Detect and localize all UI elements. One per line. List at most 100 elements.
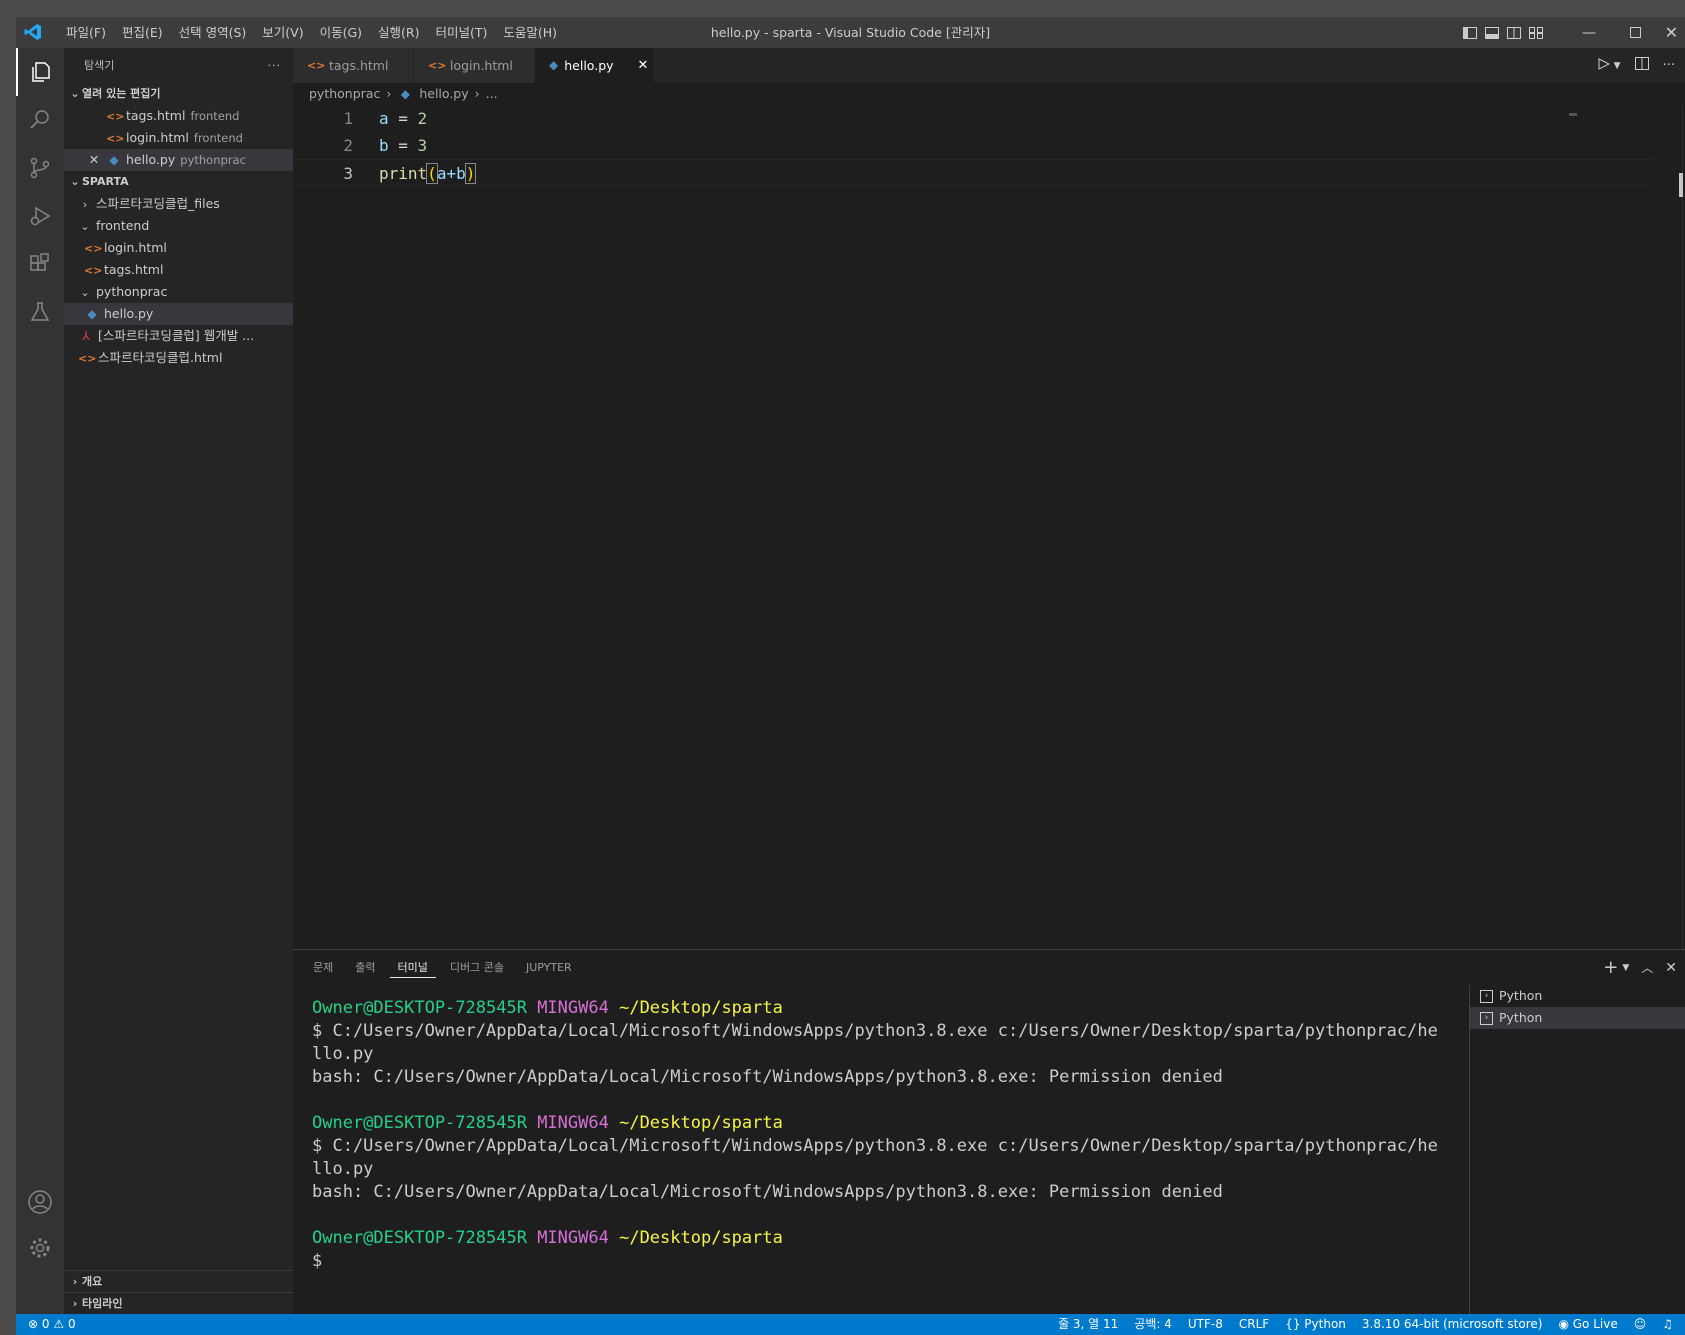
terminal-command-wrap: llo.py: [312, 1044, 374, 1064]
menu-view[interactable]: 보기(V): [254, 17, 311, 48]
tree-file[interactable]: <> login.html: [64, 237, 293, 259]
open-editor-item[interactable]: <> login.html frontend: [64, 127, 293, 149]
tab-login-html[interactable]: <> login.html: [414, 48, 535, 83]
chevron-right-icon: ›: [72, 1297, 78, 1310]
menu-run[interactable]: 실행(R): [370, 17, 427, 48]
warning-icon: ⚠: [53, 1317, 65, 1331]
tab-terminal[interactable]: 터미널: [389, 950, 436, 978]
tab-jupyter[interactable]: JUPYTER: [518, 950, 580, 985]
source-control-icon[interactable]: [16, 144, 64, 192]
open-editor-item[interactable]: <> tags.html frontend: [64, 105, 293, 127]
toggle-sidebar-icon[interactable]: [1459, 17, 1481, 48]
minimize-icon[interactable]: —: [1566, 17, 1612, 48]
testing-icon[interactable]: [16, 288, 64, 336]
tab-problems[interactable]: 문제: [305, 950, 341, 985]
terminal-prompt-line: Owner@DESKTOP-728545R MINGW64 ~/Desktop/…: [312, 1227, 1452, 1250]
toggle-secondary-sidebar-icon[interactable]: [1503, 17, 1525, 48]
cursor-position[interactable]: 줄 3, 열 11: [1058, 1314, 1118, 1335]
new-terminal-icon[interactable]: +: [1603, 957, 1618, 978]
toggle-panel-icon[interactable]: [1481, 17, 1503, 48]
more-actions-icon[interactable]: ···: [1663, 58, 1675, 73]
split-editor-icon[interactable]: [1634, 57, 1649, 74]
search-icon[interactable]: [16, 96, 64, 144]
title-bar: 파일(F) 편집(E) 선택 영역(S) 보기(V) 이동(G) 실행(R) 터…: [16, 17, 1685, 48]
file-desc: frontend: [190, 109, 240, 123]
terminal-prompt-line: Owner@DESKTOP-728545R MINGW64 ~/Desktop/…: [312, 1112, 1452, 1135]
close-window-icon[interactable]: ✕: [1658, 17, 1685, 48]
tree-folder[interactable]: ⌄ frontend: [64, 215, 293, 237]
breadcrumb-folder[interactable]: pythonprac: [309, 83, 380, 105]
token-function: print: [379, 164, 428, 183]
language-mode[interactable]: {} Python: [1285, 1314, 1346, 1335]
vscode-logo-icon: [24, 24, 41, 40]
terminal-output[interactable]: Owner@DESKTOP-728545R MINGW64 ~/Desktop/…: [312, 997, 1452, 1273]
notifications-bell-icon[interactable]: ♫: [1662, 1314, 1673, 1335]
terminal-blank: [312, 1089, 1452, 1112]
open-editors-section[interactable]: ⌄ 열려 있는 편집기: [64, 83, 293, 105]
chevron-down-icon[interactable]: ▼: [1622, 963, 1629, 973]
outline-section[interactable]: › 개요: [64, 1270, 293, 1292]
maximize-panel-icon[interactable]: ︿: [1641, 959, 1653, 976]
close-panel-icon[interactable]: ✕: [1665, 960, 1677, 976]
terminal-instance-active[interactable]: › Python: [1470, 1007, 1685, 1029]
tab-hello-py[interactable]: ◆ hello.py ✕: [535, 48, 655, 83]
terminal-name: Python: [1499, 1010, 1543, 1025]
chevron-down-icon: ⌄: [80, 220, 90, 233]
workspace-section[interactable]: ⌄ SPARTA: [64, 171, 293, 193]
go-live-label: Go Live: [1572, 1317, 1618, 1331]
minimap[interactable]: [1565, 105, 1685, 949]
panel-tabs: 문제 출력 터미널 디버그 콘솔 JUPYTER: [305, 950, 580, 985]
accounts-icon[interactable]: [16, 1178, 64, 1226]
terminal-instance[interactable]: › Python: [1470, 985, 1685, 1007]
menu-edit[interactable]: 편집(E): [114, 17, 171, 48]
tab-label: tags.html: [329, 58, 389, 73]
terminal-error: bash: C:/Users/Owner/AppData/Local/Micro…: [312, 1067, 1223, 1087]
code-editor[interactable]: 1 a = 2 2 b = 3 3 print(a+b): [293, 105, 1685, 949]
tab-debug-console[interactable]: 디버그 콘솔: [442, 950, 512, 985]
python-file-icon: ◆: [549, 58, 559, 72]
feedback-icon[interactable]: ☺: [1634, 1314, 1647, 1335]
tree-file[interactable]: ⅄ [스파르타코딩클럽] 웹개발 ...: [64, 325, 293, 347]
extensions-icon[interactable]: [16, 240, 64, 288]
breadcrumb-file[interactable]: hello.py: [419, 83, 468, 105]
tree-file[interactable]: <> tags.html: [64, 259, 293, 281]
encoding[interactable]: UTF-8: [1188, 1314, 1223, 1335]
tab-output[interactable]: 출력: [347, 950, 383, 985]
terminal-prompt-line: Owner@DESKTOP-728545R MINGW64 ~/Desktop/…: [312, 997, 1452, 1020]
tab-tags-html[interactable]: <> tags.html: [293, 48, 414, 83]
chevron-down-icon[interactable]: ▼: [1614, 61, 1621, 71]
token-op: =: [388, 136, 418, 155]
open-editor-item-active[interactable]: ✕ ◆ hello.py pythonprac: [64, 149, 293, 171]
go-live-button[interactable]: ◉ Go Live: [1558, 1314, 1617, 1335]
menu-go[interactable]: 이동(G): [312, 17, 370, 48]
menu-terminal[interactable]: 터미널(T): [428, 17, 496, 48]
end-of-line[interactable]: CRLF: [1239, 1314, 1269, 1335]
run-python-file-icon[interactable]: [1598, 57, 1610, 74]
run-debug-icon[interactable]: [16, 192, 64, 240]
maximize-icon[interactable]: [1612, 17, 1658, 48]
close-tab-icon[interactable]: ✕: [638, 48, 649, 83]
close-icon[interactable]: ✕: [86, 149, 102, 171]
tree-file[interactable]: <> 스파르타코딩클럽.html: [64, 347, 293, 369]
tree-folder[interactable]: › 스파르타코딩클럽_files: [64, 193, 293, 215]
menu-selection[interactable]: 선택 영역(S): [171, 17, 255, 48]
terminal-error: bash: C:/Users/Owner/AppData/Local/Micro…: [312, 1182, 1223, 1202]
tree-folder[interactable]: ⌄ pythonprac: [64, 281, 293, 303]
error-icon: ⊗: [28, 1317, 39, 1331]
timeline-section[interactable]: › 타임라인: [64, 1292, 293, 1314]
file-name: login.html: [125, 130, 189, 145]
menu-help[interactable]: 도움말(H): [495, 17, 565, 48]
indentation[interactable]: 공백: 4: [1134, 1314, 1172, 1335]
breadcrumb-symbol[interactable]: ...: [486, 83, 498, 105]
chevron-down-icon: ⌄: [70, 87, 80, 100]
explorer-icon[interactable]: [16, 48, 64, 96]
menu-file[interactable]: 파일(F): [58, 17, 114, 48]
file-name: hello.py: [125, 152, 176, 167]
tree-file-selected[interactable]: ◆ hello.py: [64, 303, 293, 325]
manage-gear-icon[interactable]: [16, 1224, 64, 1272]
customize-layout-icon[interactable]: [1525, 17, 1547, 48]
code-text: b = 3: [379, 132, 427, 159]
status-problems[interactable]: ⊗ 0 ⚠ 0: [28, 1314, 76, 1335]
more-actions-icon[interactable]: ···: [268, 48, 282, 83]
python-interpreter[interactable]: 3.8.10 64-bit (microsoft store): [1362, 1314, 1543, 1335]
